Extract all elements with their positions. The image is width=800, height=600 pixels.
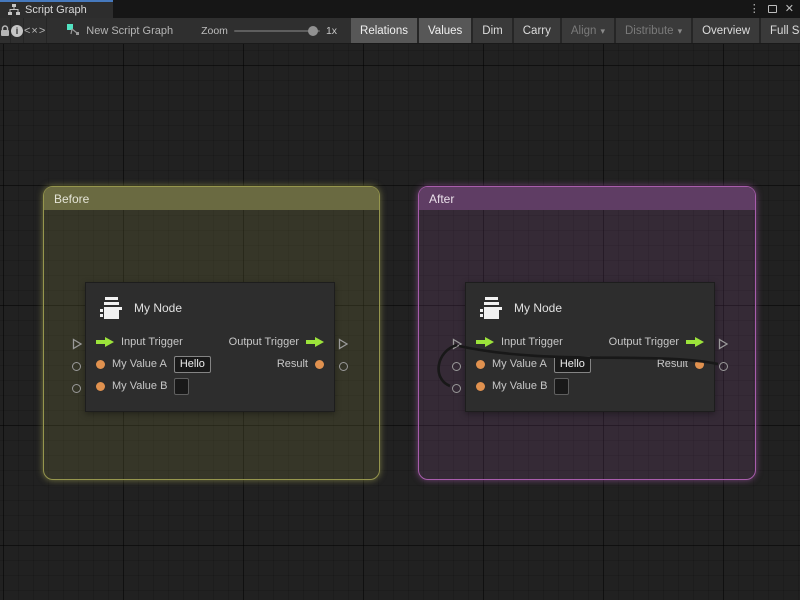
value-a-input[interactable]: Hello [174, 356, 211, 373]
value-b-label: My Value B [492, 380, 547, 392]
value-b-port-icon[interactable] [476, 382, 485, 391]
toolbar-buttons: Relations Values Dim Carry Align Distrib… [351, 18, 800, 43]
node-title: My Node [514, 301, 562, 315]
outer-value-b-port[interactable] [72, 384, 81, 393]
graph-toolbar: i <×> New Script Graph Zoom 1x Relations… [0, 18, 800, 44]
chevron-down-icon [600, 25, 605, 37]
code-view-icon: <×> [24, 25, 46, 37]
values-button[interactable]: Values [419, 18, 471, 43]
exec-input-port-icon[interactable] [476, 337, 494, 347]
script-graph-asset-icon [67, 24, 80, 37]
outer-exec-output-port[interactable] [337, 338, 349, 350]
info-button[interactable]: i [11, 18, 24, 43]
result-port-icon[interactable] [315, 360, 324, 369]
node-header[interactable]: My Node [466, 283, 714, 331]
new-script-graph-button[interactable]: New Script Graph [57, 18, 183, 43]
outer-exec-output-port[interactable] [717, 338, 729, 350]
outer-result-port[interactable] [719, 362, 728, 371]
outer-exec-input-port[interactable] [451, 338, 463, 350]
value-a-label: My Value A [492, 358, 547, 370]
value-a-row: My Value A Hello Result [86, 353, 334, 375]
group-before-header[interactable]: Before [44, 187, 379, 210]
node-header[interactable]: My Node [86, 283, 334, 331]
zoom-control: Zoom 1x [183, 18, 337, 43]
dim-button[interactable]: Dim [473, 18, 511, 43]
zoom-value: 1x [326, 25, 337, 37]
chevron-down-icon [678, 25, 683, 37]
group-before-label: Before [54, 192, 89, 206]
unit-icon [478, 295, 504, 321]
exec-input-port-icon[interactable] [96, 337, 114, 347]
close-icon[interactable]: ✕ [785, 4, 794, 15]
result-label: Result [277, 358, 308, 370]
value-a-port-icon[interactable] [96, 360, 105, 369]
exec-output-port-icon[interactable] [686, 337, 704, 347]
result-port-icon[interactable] [695, 360, 704, 369]
node-my-node-after[interactable]: My Node Input Trigger Output Trigger My … [465, 282, 715, 412]
align-label: Align [571, 25, 597, 37]
relations-button[interactable]: Relations [351, 18, 417, 43]
value-b-row: My Value B [466, 375, 714, 397]
value-a-row: My Value A Hello Result [466, 353, 714, 375]
zoom-slider-thumb[interactable] [308, 26, 318, 36]
value-b-row: My Value B [86, 375, 334, 397]
zoom-slider[interactable] [234, 30, 320, 32]
info-icon: i [11, 25, 23, 37]
code-view-button[interactable]: <×> [24, 18, 47, 43]
menu-icon[interactable]: ⋮ [749, 4, 760, 15]
value-b-port-icon[interactable] [96, 382, 105, 391]
full-screen-button[interactable]: Full Screen [761, 18, 800, 43]
exec-output-port-icon[interactable] [306, 337, 324, 347]
window-controls: ⋮ ✕ [749, 0, 800, 18]
carry-button[interactable]: Carry [514, 18, 560, 43]
maximize-icon[interactable] [768, 5, 777, 13]
outer-result-port[interactable] [339, 362, 348, 371]
lock-button[interactable] [0, 18, 11, 43]
input-trigger-label: Input Trigger [501, 336, 563, 348]
graph-icon [8, 4, 20, 16]
align-button[interactable]: Align [562, 18, 614, 43]
zoom-label: Zoom [201, 25, 228, 37]
trigger-row: Input Trigger Output Trigger [86, 331, 334, 353]
lock-icon [0, 25, 10, 37]
unit-icon [98, 295, 124, 321]
script-graph-window: Script Graph ⋮ ✕ i <×> New Scr [0, 0, 800, 600]
distribute-button[interactable]: Distribute [616, 18, 691, 43]
group-after-label: After [429, 192, 454, 206]
result-label: Result [657, 358, 688, 370]
value-a-port-icon[interactable] [476, 360, 485, 369]
value-a-input[interactable]: Hello [554, 356, 591, 373]
title-bar: Script Graph ⋮ ✕ [0, 0, 800, 18]
distribute-label: Distribute [625, 25, 674, 37]
tab-label: Script Graph [25, 4, 87, 16]
new-script-graph-label: New Script Graph [86, 25, 173, 37]
value-a-label: My Value A [112, 358, 167, 370]
outer-value-b-port[interactable] [452, 384, 461, 393]
output-trigger-label: Output Trigger [229, 336, 299, 348]
group-after-header[interactable]: After [419, 187, 755, 210]
input-trigger-label: Input Trigger [121, 336, 183, 348]
value-b-input[interactable] [174, 378, 189, 395]
overview-button[interactable]: Overview [693, 18, 759, 43]
outer-value-a-port[interactable] [72, 362, 81, 371]
trigger-row: Input Trigger Output Trigger [466, 331, 714, 353]
output-trigger-label: Output Trigger [609, 336, 679, 348]
outer-exec-input-port[interactable] [71, 338, 83, 350]
value-b-input[interactable] [554, 378, 569, 395]
node-title: My Node [134, 301, 182, 315]
value-b-label: My Value B [112, 380, 167, 392]
node-my-node-before[interactable]: My Node Input Trigger Output Trigger My … [85, 282, 335, 412]
tab-script-graph[interactable]: Script Graph [0, 0, 113, 18]
outer-value-a-port[interactable] [452, 362, 461, 371]
